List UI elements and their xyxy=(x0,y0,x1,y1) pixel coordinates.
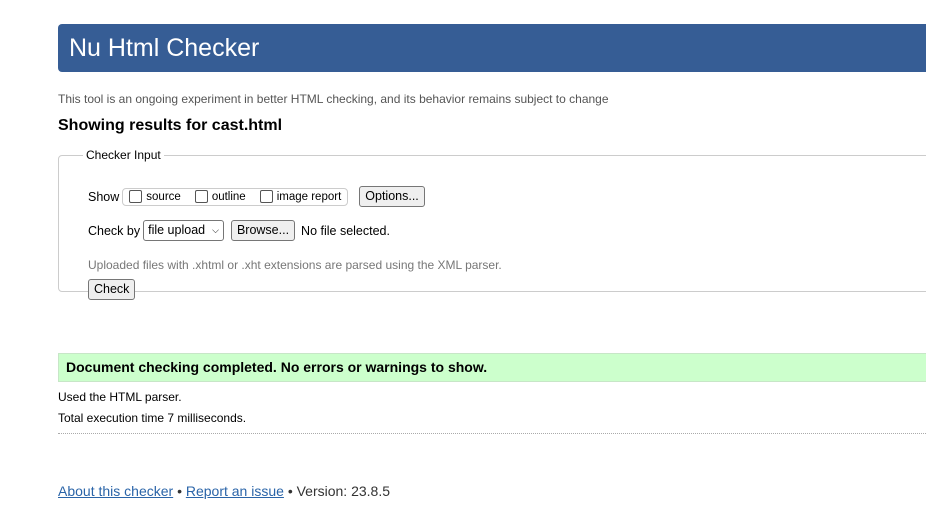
show-outline-option[interactable]: outline xyxy=(194,190,246,203)
show-options-group: source outline image report xyxy=(122,187,349,206)
check-by-selected-value: file upload xyxy=(148,223,206,237)
outline-checkbox-label: outline xyxy=(211,190,246,203)
source-checkbox[interactable] xyxy=(129,190,143,203)
check-button[interactable]: Check xyxy=(88,279,136,300)
page-title: Nu Html Checker xyxy=(69,34,260,62)
browse-button[interactable]: Browse... xyxy=(230,220,296,241)
options-button[interactable]: Options... xyxy=(359,186,425,207)
check-by-row: Check by file upload ⌵ Browse... No file… xyxy=(88,220,390,241)
image-report-checkbox-label: image report xyxy=(276,190,342,203)
show-label: Show xyxy=(88,189,120,204)
show-row: Show source outline image report Options… xyxy=(88,186,425,207)
source-checkbox-label: source xyxy=(146,190,181,203)
footer-separator: • xyxy=(177,483,182,499)
check-by-select[interactable]: file upload ⌵ xyxy=(143,220,224,241)
divider xyxy=(58,433,926,434)
report-issue-link[interactable]: Report an issue xyxy=(186,483,284,499)
parser-info: Used the HTML parser. xyxy=(58,390,182,404)
checker-input-fieldset: Checker Input Show source outline image … xyxy=(58,148,926,300)
tagline: This tool is an ongoing experiment in be… xyxy=(58,92,609,106)
image-report-checkbox[interactable] xyxy=(259,190,273,203)
success-message: Document checking completed. No errors o… xyxy=(58,353,926,382)
checker-input-legend: Checker Input xyxy=(86,148,161,162)
show-image-report-option[interactable]: image report xyxy=(259,190,342,203)
show-source-option[interactable]: source xyxy=(129,190,181,203)
outline-checkbox[interactable] xyxy=(194,190,208,203)
page-header: Nu Html Checker xyxy=(58,24,926,72)
execution-time-info: Total execution time 7 milliseconds. xyxy=(58,411,247,425)
footer: About this checker • Report an issue • V… xyxy=(58,483,390,499)
version-text: • Version: 23.8.5 xyxy=(287,483,391,499)
parser-hint: Uploaded files with .xhtml or .xht exten… xyxy=(88,258,502,272)
about-checker-link[interactable]: About this checker xyxy=(58,483,173,499)
file-status: No file selected. xyxy=(301,223,390,238)
results-heading: Showing results for cast.html xyxy=(58,117,283,134)
chevron-down-icon: ⌵ xyxy=(212,225,219,235)
check-by-label: Check by xyxy=(88,223,141,238)
